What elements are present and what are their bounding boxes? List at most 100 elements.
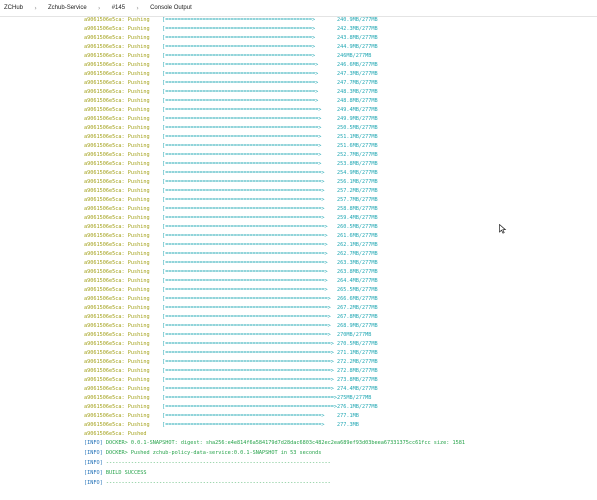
layer-status: a9061506e5ca: Pushing xyxy=(84,107,150,113)
breadcrumb-item-zchub[interactable]: ZCHub xyxy=(4,5,23,11)
breadcrumb-item-service[interactable]: Zchub-Service xyxy=(48,5,87,11)
progress-bar-text: [=======================================… xyxy=(162,251,328,257)
log-message: BUILD SUCCESS xyxy=(105,470,147,476)
layer-status: a9061506e5ca: Pushing xyxy=(84,296,150,302)
log-level-tag: [INFO] xyxy=(84,470,103,476)
layer-status: a9061506e5ca: Pushing xyxy=(84,62,150,68)
console-line: a9061506e5ca: Pushing [=================… xyxy=(84,349,378,358)
console-line: a9061506e5ca: Pushing [=================… xyxy=(84,385,378,394)
progress-size: 266.6MB/277MB xyxy=(337,296,378,302)
progress-size: 267.2MB/277MB xyxy=(337,305,378,311)
progress-size: 267.8MB/277MB xyxy=(337,314,378,320)
progress-size: 257.7MB/277MB xyxy=(337,197,378,203)
progress-bar-text: [=======================================… xyxy=(162,107,322,113)
layer-status: a9061506e5ca: Pushing xyxy=(84,197,150,203)
progress-bar-text: [=======================================… xyxy=(162,332,331,338)
layer-status: a9061506e5ca: Pushing xyxy=(84,278,150,284)
progress-size: 247.3MB/277MB xyxy=(337,71,378,77)
layer-status: a9061506e5ca: Pushing xyxy=(84,143,150,149)
layer-status: a9061506e5ca: Pushing xyxy=(84,26,150,32)
layer-status: a9061506e5ca: Pushed xyxy=(84,431,147,437)
layer-status: a9061506e5ca: Pushing xyxy=(84,179,150,185)
console-line: a9061506e5ca: Pushing [=================… xyxy=(84,34,378,43)
progress-size: 271.1MB/277MB xyxy=(337,350,378,356)
layer-status: a9061506e5ca: Pushing xyxy=(84,125,150,131)
console-line: a9061506e5ca: Pushing [=================… xyxy=(84,43,378,52)
progress-bar-text: [=======================================… xyxy=(162,368,334,374)
progress-bar-text: [=======================================… xyxy=(162,161,322,167)
progress-bar-text: [=======================================… xyxy=(162,323,331,329)
console-line: a9061506e5ca: Pushing [=================… xyxy=(84,97,378,106)
breadcrumb-item-console-output[interactable]: Console Output xyxy=(150,5,192,11)
console-line: a9061506e5ca: Pushing [=================… xyxy=(84,367,378,376)
breadcrumb-item-build[interactable]: #145 xyxy=(112,5,125,11)
console-line: a9061506e5ca: Pushing [=================… xyxy=(84,241,378,250)
progress-bar-text: [=======================================… xyxy=(162,413,325,419)
progress-size: 275MB/277MB xyxy=(337,395,372,401)
layer-status: a9061506e5ca: Pushing xyxy=(84,305,150,311)
layer-status: a9061506e5ca: Pushing xyxy=(84,170,150,176)
console-line: a9061506e5ca: Pushing [=================… xyxy=(84,304,378,313)
layer-status: a9061506e5ca: Pushing xyxy=(84,413,150,419)
console-line: a9061506e5ca: Pushing [=================… xyxy=(84,313,378,322)
console-line: a9061506e5ca: Pushing [=================… xyxy=(84,259,378,268)
layer-status: a9061506e5ca: Pushing xyxy=(84,395,150,401)
console-line: a9061506e5ca: Pushing [=================… xyxy=(84,61,378,70)
layer-status: a9061506e5ca: Pushing xyxy=(84,188,150,194)
console-line: a9061506e5ca: Pushing [=================… xyxy=(84,142,378,151)
mouse-cursor-icon xyxy=(499,224,507,234)
progress-bar-text: [=======================================… xyxy=(162,350,334,356)
console-line: [INFO] ---------------------------------… xyxy=(84,479,331,488)
progress-size: 247.7MB/277MB xyxy=(337,80,378,86)
progress-bar-text: [=======================================… xyxy=(162,17,316,23)
layer-status: a9061506e5ca: Pushing xyxy=(84,35,150,41)
console-line: a9061506e5ca: Pushing [=================… xyxy=(84,214,378,223)
progress-size: 268.9MB/277MB xyxy=(337,323,378,329)
layer-status: a9061506e5ca: Pushing xyxy=(84,323,150,329)
progress-bar-text: [=======================================… xyxy=(162,53,316,59)
progress-bar-text: [=======================================… xyxy=(162,287,328,293)
layer-status: a9061506e5ca: Pushing xyxy=(84,44,150,50)
progress-size: 242.3MB/277MB xyxy=(337,26,378,32)
progress-size: 273.8MB/277MB xyxy=(337,377,378,383)
progress-size: 249.4MB/277MB xyxy=(337,107,378,113)
progress-size: 263.3MB/277MB xyxy=(337,260,378,266)
progress-size: 251.6MB/277MB xyxy=(337,143,378,149)
layer-status: a9061506e5ca: Pushing xyxy=(84,116,150,122)
progress-size: 252.7MB/277MB xyxy=(337,152,378,158)
progress-bar-text: [=======================================… xyxy=(162,206,325,212)
progress-bar-text: [=======================================… xyxy=(162,116,322,122)
layer-status: a9061506e5ca: Pushing xyxy=(84,80,150,86)
progress-size: 274.4MB/277MB xyxy=(337,386,378,392)
log-level-tag: [INFO] xyxy=(84,450,103,456)
progress-size: 258.8MB/277MB xyxy=(337,206,378,212)
layer-status: a9061506e5ca: Pushing xyxy=(84,17,150,23)
console-line: a9061506e5ca: Pushing [=================… xyxy=(84,124,378,133)
progress-bar-text: [=======================================… xyxy=(162,296,331,302)
console-line: a9061506e5ca: Pushing [=================… xyxy=(84,295,378,304)
layer-status: a9061506e5ca: Pushing xyxy=(84,368,150,374)
progress-size: 272.8MB/277MB xyxy=(337,368,378,374)
progress-bar-text: [=======================================… xyxy=(162,152,322,158)
layer-status: a9061506e5ca: Pushing xyxy=(84,53,150,59)
log-level-tag: [INFO] xyxy=(84,480,103,486)
console-line: a9061506e5ca: Pushing [=================… xyxy=(84,232,378,241)
progress-size: 246.6MB/277MB xyxy=(337,62,378,68)
console-line: a9061506e5ca: Pushed xyxy=(84,430,146,439)
progress-size: 265.5MB/277MB xyxy=(337,287,378,293)
progress-size: 249.9MB/277MB xyxy=(337,116,378,122)
layer-status: a9061506e5ca: Pushing xyxy=(84,350,150,356)
console-line: a9061506e5ca: Pushing [=================… xyxy=(84,205,378,214)
progress-bar-text: [=======================================… xyxy=(162,62,319,68)
chevron-right-icon: › xyxy=(98,4,101,12)
progress-size: 248.3MB/277MB xyxy=(337,89,378,95)
log-message: DOCKER> 0.0.1-SNAPSHOT: digest: sha256:e… xyxy=(105,440,466,446)
console-line: [INFO] DOCKER> Pushed zchub-policy-data-… xyxy=(84,449,321,458)
layer-status: a9061506e5ca: Pushing xyxy=(84,233,150,239)
progress-bar-text: [=======================================… xyxy=(162,395,337,401)
progress-bar-text: [=======================================… xyxy=(162,188,325,194)
breadcrumb: ZCHub › Zchub-Service › #145 › Console O… xyxy=(0,0,597,17)
log-message: ----------------------------------------… xyxy=(105,460,331,466)
console-line: a9061506e5ca: Pushing [=================… xyxy=(84,412,359,421)
progress-size: 264.4MB/277MB xyxy=(337,278,378,284)
